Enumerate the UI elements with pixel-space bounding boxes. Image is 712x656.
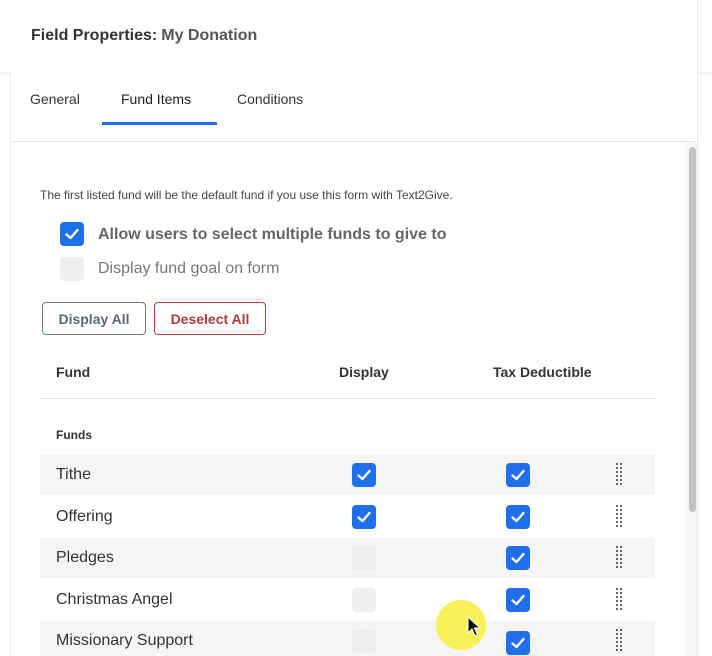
- tab-general[interactable]: General: [30, 72, 80, 126]
- fund-row-offering: Offering: [40, 497, 655, 537]
- allow-multiple-funds-checkbox[interactable]: [60, 222, 84, 246]
- deselect-all-button[interactable]: Deselect All: [154, 302, 266, 335]
- panel-right-border: [697, 0, 698, 656]
- default-fund-note: The first listed fund will be the defaul…: [40, 188, 453, 202]
- tax-deductible-checkbox[interactable]: [506, 463, 530, 487]
- tax-deductible-column-header: Tax Deductible: [493, 364, 592, 380]
- display-all-button[interactable]: Display All: [42, 302, 146, 335]
- tax-deductible-checkbox[interactable]: [506, 546, 530, 570]
- drag-handle-icon[interactable]: [614, 462, 624, 488]
- fund-name: Christmas Angel: [56, 591, 173, 608]
- panel-header: Field Properties: My Donation: [0, 0, 712, 72]
- fund-row-christmas-angel: Christmas Angel: [40, 580, 655, 620]
- checkmark-icon: [357, 469, 371, 481]
- tab-fund-items[interactable]: Fund Items: [121, 72, 191, 126]
- fund-row-pledges: Pledges: [40, 538, 655, 578]
- scrollbar-thumb[interactable]: [689, 147, 696, 512]
- checkmark-icon: [511, 637, 525, 649]
- checkmark-icon: [357, 511, 371, 523]
- display-checkbox[interactable]: [352, 629, 376, 653]
- tax-deductible-checkbox[interactable]: [506, 631, 530, 655]
- field-properties-panel: Field Properties: My Donation General Fun…: [0, 0, 712, 656]
- checkmark-icon: [511, 552, 525, 564]
- fund-row-missionary-support: Missionary Support: [40, 621, 655, 656]
- display-column-header: Display: [339, 364, 389, 380]
- fund-row-tithe: Tithe: [40, 455, 655, 495]
- tax-deductible-checkbox[interactable]: [506, 588, 530, 612]
- tab-bar: General Fund Items Conditions: [11, 72, 697, 142]
- page-title: Field Properties: My Donation: [31, 27, 257, 45]
- display-checkbox[interactable]: [352, 588, 376, 612]
- checkmark-icon: [65, 228, 79, 240]
- checkmark-icon: [511, 469, 525, 481]
- drag-handle-icon[interactable]: [614, 628, 624, 654]
- drag-handle-icon[interactable]: [614, 504, 624, 530]
- header-divider: [40, 398, 655, 399]
- funds-group-label: Funds: [56, 428, 92, 442]
- checkmark-icon: [511, 594, 525, 606]
- display-fund-goal-label: Display fund goal on form: [98, 260, 280, 277]
- fund-column-header: Fund: [56, 364, 91, 380]
- fund-name: Offering: [56, 508, 113, 525]
- mouse-pointer-icon: [467, 616, 481, 637]
- display-checkbox[interactable]: [352, 463, 376, 487]
- allow-multiple-funds-label: Allow users to select multiple funds to …: [98, 226, 447, 243]
- fund-name: Tithe: [56, 466, 91, 483]
- active-tab-indicator: [102, 122, 217, 125]
- tab-conditions[interactable]: Conditions: [237, 72, 303, 126]
- display-checkbox[interactable]: [352, 505, 376, 529]
- field-name: My Donation: [161, 27, 258, 44]
- fund-name: Missionary Support: [56, 632, 193, 649]
- fund-name: Pledges: [56, 549, 114, 566]
- drag-handle-icon[interactable]: [614, 587, 624, 613]
- tax-deductible-checkbox[interactable]: [506, 505, 530, 529]
- display-checkbox[interactable]: [352, 546, 376, 570]
- display-fund-goal-checkbox[interactable]: [60, 257, 84, 281]
- title-label: Field Properties:: [31, 27, 158, 44]
- checkmark-icon: [511, 511, 525, 523]
- drag-handle-icon[interactable]: [614, 545, 624, 571]
